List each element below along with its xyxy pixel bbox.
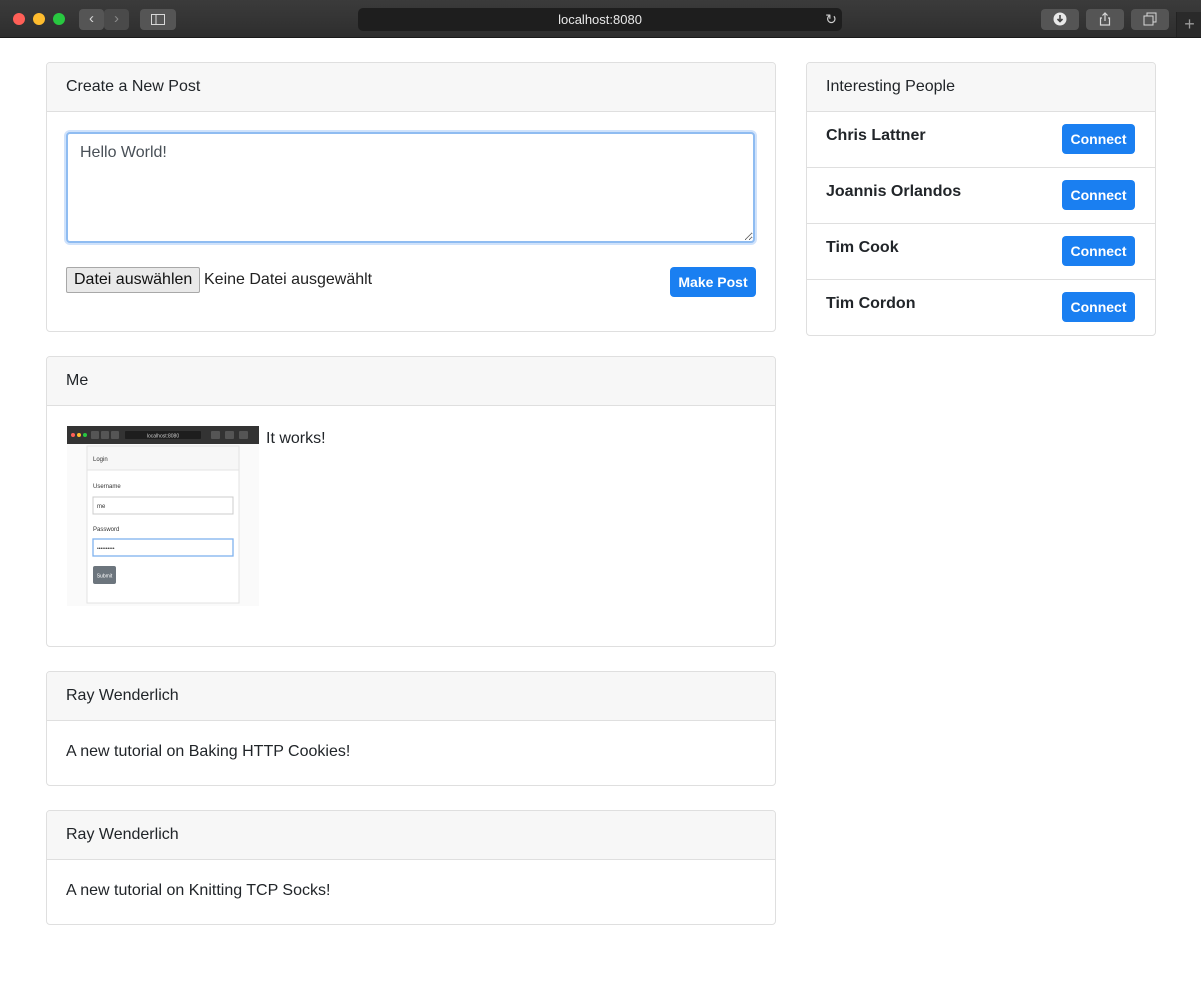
connect-button[interactable]: Connect: [1062, 236, 1135, 266]
create-post-header: Create a New Post: [47, 63, 775, 112]
downloads-button[interactable]: [1041, 9, 1079, 30]
post-body: localhost:8080 Login Username me Passwor…: [47, 406, 775, 646]
choose-file-button[interactable]: Datei auswählen: [66, 267, 201, 293]
thumb-url: localhost:8080: [147, 434, 179, 440]
connect-button[interactable]: Connect: [1062, 124, 1135, 154]
person-name: Joannis Orlandos: [826, 183, 962, 200]
thumb-submit-label: Submit: [97, 574, 113, 580]
download-icon: [1053, 12, 1067, 26]
sidebar-icon: [151, 14, 165, 25]
share-icon: [1099, 12, 1111, 26]
post-card: Ray Wenderlich A new tutorial on Baking …: [46, 671, 776, 786]
post-text: It works!: [266, 430, 326, 447]
interesting-people-header: Interesting People: [807, 63, 1155, 112]
connect-button[interactable]: Connect: [1062, 292, 1135, 322]
post-image-graphic: localhost:8080 Login Username me Passwor…: [67, 426, 259, 604]
new-tab-button[interactable]: +: [1176, 12, 1201, 37]
tab-overview-button[interactable]: [1131, 9, 1169, 30]
post-author: Me: [47, 357, 775, 406]
minimize-window-button[interactable]: [33, 13, 45, 25]
people-list: Chris Lattner Connect Joannis Orlandos C…: [807, 112, 1155, 335]
post-author: Ray Wenderlich: [47, 811, 775, 860]
post-card: Ray Wenderlich A new tutorial on Knittin…: [46, 810, 776, 925]
share-button[interactable]: [1086, 9, 1124, 30]
address-bar[interactable]: localhost:8080 ↻: [358, 8, 842, 31]
maximize-window-button[interactable]: [53, 13, 65, 25]
browser-toolbar: ‹ › localhost:8080 ↻ +: [0, 0, 1201, 38]
back-button[interactable]: ‹: [79, 9, 104, 30]
thumb-password-value: ••••••••••: [97, 546, 115, 552]
make-post-button[interactable]: Make Post: [670, 267, 756, 297]
post-image[interactable]: localhost:8080 Login Username me Passwor…: [67, 426, 259, 606]
chevron-left-icon: ‹: [89, 10, 94, 27]
list-item: Chris Lattner Connect: [807, 112, 1155, 168]
thumb-username-label: Username: [93, 484, 121, 490]
interesting-people-card: Interesting People Chris Lattner Connect…: [806, 62, 1156, 336]
chevron-right-icon: ›: [114, 10, 119, 27]
url-text: localhost:8080: [558, 12, 642, 27]
post-text: A new tutorial on Baking HTTP Cookies!: [66, 743, 351, 760]
post-author: Ray Wenderlich: [47, 672, 775, 721]
create-post-card: Create a New Post Datei auswählen Keine …: [46, 62, 776, 332]
post-card: Me localhost:8080 Login Username me Pass…: [46, 356, 776, 647]
create-post-body: Datei auswählen Keine Datei ausgewählt M…: [47, 112, 775, 326]
sidebar-toggle-button[interactable]: [140, 9, 176, 30]
post-text: A new tutorial on Knitting TCP Socks!: [66, 882, 331, 899]
list-item: Tim Cook Connect: [807, 224, 1155, 280]
file-upload-row: Datei auswählen Keine Datei ausgewählt M…: [66, 266, 756, 306]
list-item: Joannis Orlandos Connect: [807, 168, 1155, 224]
file-status-text: Keine Datei ausgewählt: [204, 271, 373, 288]
tabs-icon: [1143, 12, 1157, 26]
plus-icon: +: [1184, 14, 1195, 34]
person-name: Chris Lattner: [826, 127, 926, 144]
close-window-button[interactable]: [13, 13, 25, 25]
forward-button[interactable]: ›: [104, 9, 129, 30]
list-item: Tim Cordon Connect: [807, 280, 1155, 335]
reload-icon[interactable]: ↻: [825, 8, 837, 31]
thumb-password-label: Password: [93, 527, 119, 533]
post-text-input[interactable]: [66, 132, 755, 243]
thumb-login-title: Login: [93, 457, 108, 463]
thumb-username-value: me: [97, 504, 106, 510]
connect-button[interactable]: Connect: [1062, 180, 1135, 210]
person-name: Tim Cook: [826, 239, 899, 256]
person-name: Tim Cordon: [826, 295, 916, 312]
